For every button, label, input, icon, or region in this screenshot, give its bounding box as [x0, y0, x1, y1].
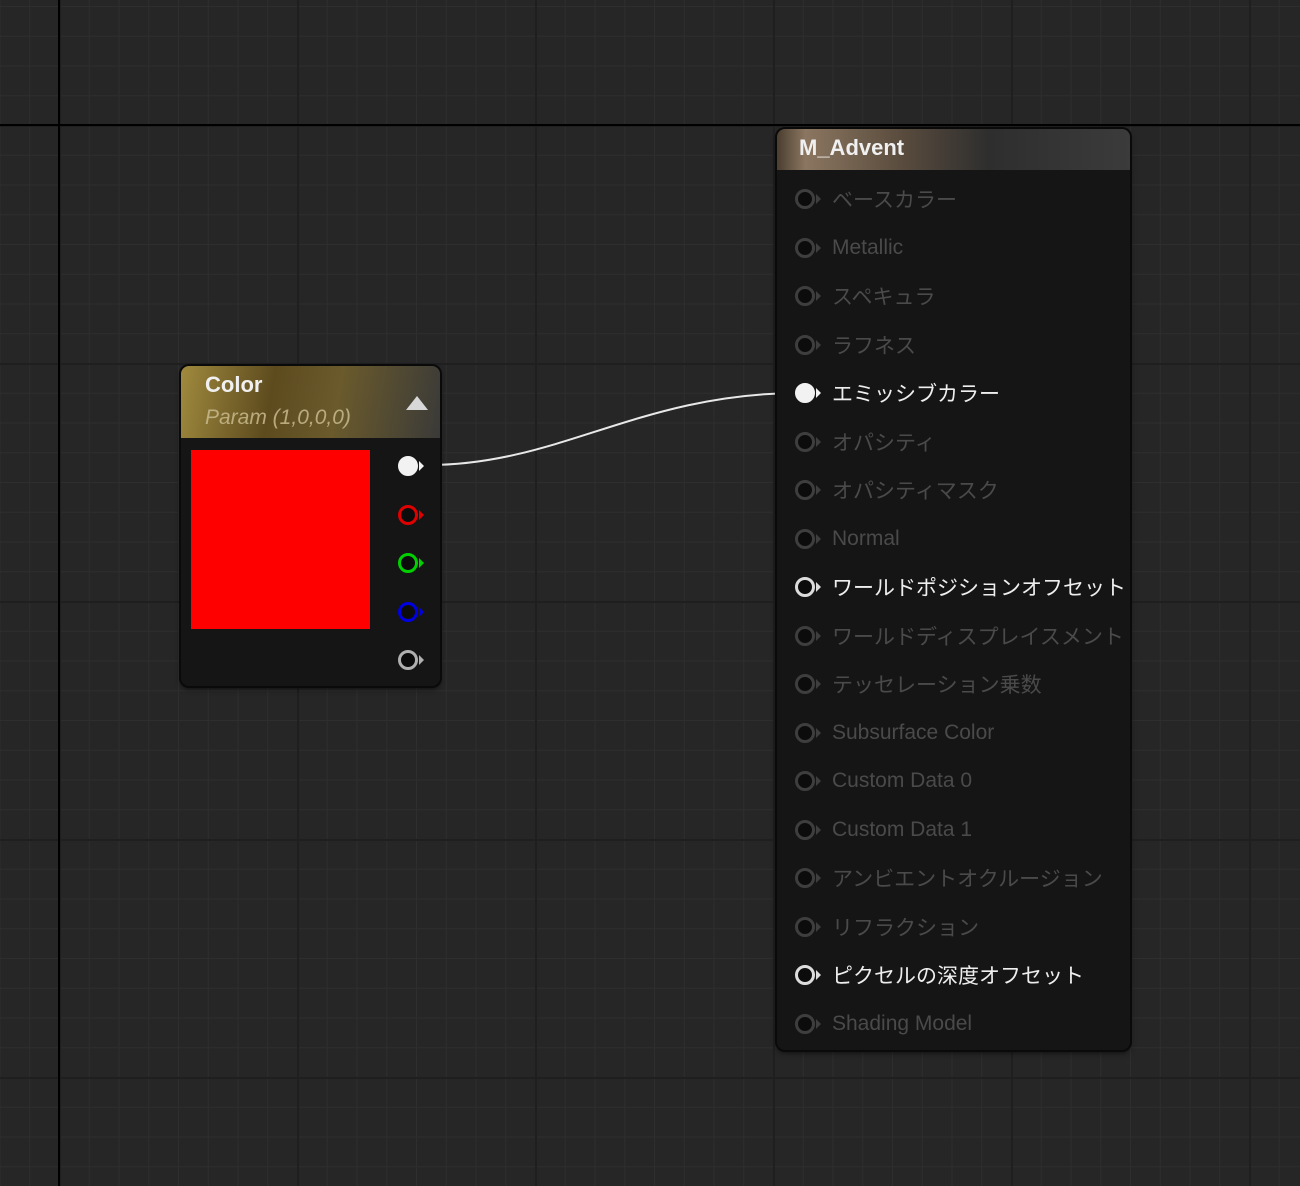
- input-pin-row[interactable]: ワールドディスプレイスメント: [795, 621, 1124, 651]
- input-pin-label: エミッシブカラー: [832, 383, 1000, 406]
- node-title: M_Advent: [799, 135, 905, 160]
- input-pin-icon[interactable]: [795, 480, 821, 500]
- collapse-arrow-icon[interactable]: [406, 396, 428, 410]
- input-pin-row[interactable]: ワールドポジションオフセット: [795, 572, 1126, 602]
- node-subtitle: Param (1,0,0,0): [205, 406, 351, 429]
- input-pin-icon[interactable]: [795, 528, 821, 549]
- color-parameter-node[interactable]: Color Param (1,0,0,0): [181, 366, 440, 686]
- input-pin-icon[interactable]: [795, 674, 821, 694]
- input-pin-label: Subsurface Color: [832, 720, 995, 744]
- input-pin-icon[interactable]: [795, 431, 821, 452]
- input-pin-label: ベースカラー: [832, 189, 957, 212]
- input-pin-label: Custom Data 1: [832, 817, 973, 841]
- input-pin-row[interactable]: オパシティマスク: [795, 475, 999, 505]
- input-pin-label: Custom Data 0: [832, 769, 973, 792]
- input-pin-icon[interactable]: [795, 868, 821, 888]
- color-preview-swatch: [191, 450, 370, 629]
- input-pin-label: ワールドポジションオフセット: [832, 577, 1126, 600]
- input-pin-row[interactable]: Normal: [795, 524, 900, 554]
- input-pin-row[interactable]: Shading Model: [795, 1009, 972, 1039]
- output-pin-a[interactable]: [398, 650, 424, 670]
- input-pin-label: Shading Model: [832, 1011, 973, 1035]
- input-pin-row[interactable]: ラフネス: [795, 330, 916, 360]
- input-pin-label: ワールドディスプレイスメント: [832, 625, 1124, 649]
- output-pin-b[interactable]: [398, 601, 424, 622]
- input-pin-row[interactable]: スペキュラ: [795, 281, 936, 311]
- input-pin-row[interactable]: エミッシブカラー: [795, 378, 1000, 408]
- input-pin-row[interactable]: ピクセルの深度オフセット: [795, 960, 1084, 990]
- output-pin-rgb[interactable]: [398, 456, 424, 476]
- input-pin-row[interactable]: Custom Data 0: [795, 766, 972, 796]
- input-pin-row[interactable]: Subsurface Color: [795, 718, 994, 748]
- input-pin-label: スペキュラ: [832, 286, 936, 309]
- node-title: Color: [205, 372, 263, 397]
- input-pin-row[interactable]: テッセレーション乗数: [795, 669, 1042, 699]
- input-pin-icon[interactable]: [795, 189, 821, 209]
- node-header[interactable]: M_Advent: [777, 129, 1130, 170]
- input-pin-row[interactable]: ベースカラー: [795, 184, 957, 214]
- output-pin-g[interactable]: [398, 553, 424, 573]
- material-result-node[interactable]: M_Advent ベースカラー Metallic スペキュララフネスエミッシブカラー…: [777, 129, 1130, 1050]
- input-pin-row[interactable]: オパシティ: [795, 427, 936, 457]
- node-header[interactable]: Color Param (1,0,0,0): [181, 366, 440, 438]
- input-pin-row[interactable]: アンビエントオクルージョン: [795, 863, 1103, 893]
- input-pin-icon[interactable]: [795, 286, 821, 306]
- input-pin-icon[interactable]: [795, 383, 821, 403]
- input-pin-label: リフラクション: [832, 916, 979, 940]
- input-pin-label: オパシティ: [832, 431, 936, 455]
- input-pin-label: ラフネス: [832, 334, 916, 358]
- input-pin-label: オパシティマスク: [832, 480, 999, 503]
- input-pin-icon[interactable]: [795, 237, 821, 258]
- input-pin-icon[interactable]: [795, 577, 821, 597]
- input-pin-label: ピクセルの深度オフセット: [832, 965, 1084, 988]
- output-pin-r[interactable]: [398, 504, 424, 525]
- input-pin-row[interactable]: Custom Data 1: [795, 815, 972, 845]
- input-pin-row[interactable]: リフラクション: [795, 912, 979, 942]
- input-pin-label: Metallic: [832, 235, 904, 259]
- input-pin-row[interactable]: Metallic: [795, 233, 903, 263]
- input-pin-label: テッセレーション乗数: [832, 674, 1042, 697]
- input-pin-icon[interactable]: [795, 965, 821, 985]
- input-pin-icon[interactable]: [795, 625, 821, 646]
- input-pin-label: アンビエントオクルージョン: [832, 868, 1103, 891]
- input-pin-label: Normal: [832, 526, 900, 550]
- input-pin-icon[interactable]: [795, 819, 821, 840]
- input-pin-icon[interactable]: [795, 1013, 821, 1034]
- input-pin-icon[interactable]: [795, 916, 821, 937]
- input-pin-icon[interactable]: [795, 334, 821, 355]
- input-pin-icon[interactable]: [795, 771, 821, 791]
- input-pin-icon[interactable]: [795, 722, 821, 743]
